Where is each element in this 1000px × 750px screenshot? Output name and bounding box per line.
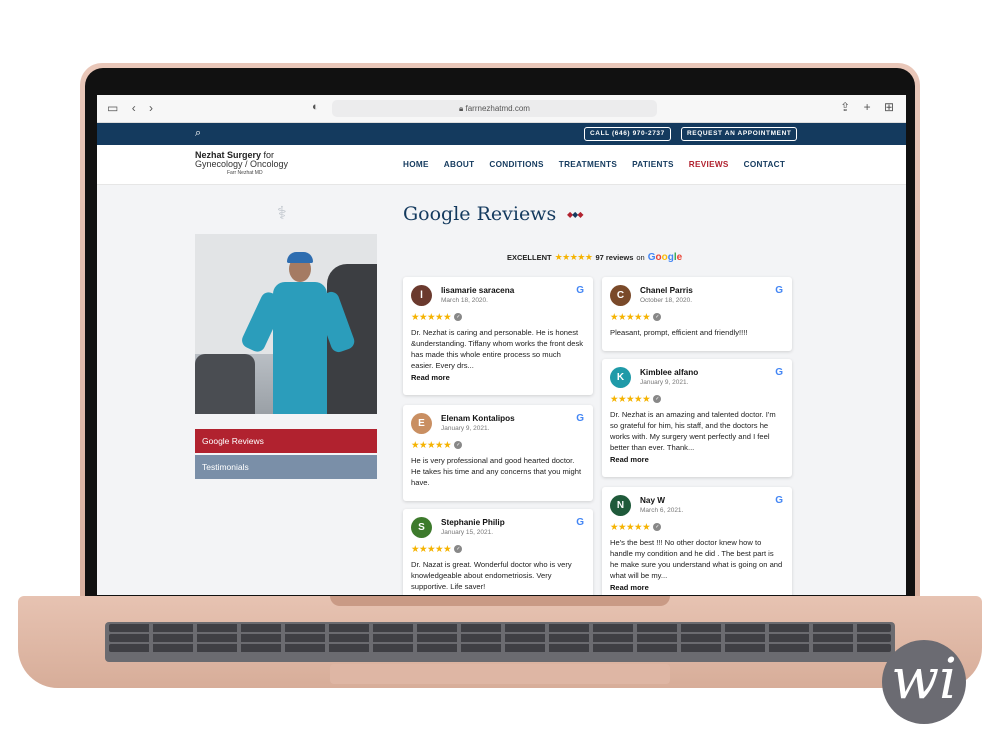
nav-contact[interactable]: CONTACT	[744, 160, 786, 169]
decorative-dots-icon: ◆◆◆	[567, 210, 584, 219]
avatar: E	[411, 413, 432, 434]
back-icon[interactable]: ‹	[132, 101, 136, 115]
google-icon: G	[775, 367, 783, 378]
review-date: October 18, 2020.	[640, 297, 693, 304]
review-stars: ★★★★★	[411, 440, 452, 451]
nav-home[interactable]: HOME	[403, 160, 429, 169]
search-icon[interactable]: ⌕	[195, 127, 201, 140]
nav-about[interactable]: ABOUT	[444, 160, 475, 169]
rating-summary: EXCELLENT ★★★★★ 97 reviews on Google	[507, 252, 682, 263]
avatar: N	[610, 495, 631, 516]
reviewer-name: Kimblee alfano	[640, 368, 699, 377]
nav-conditions[interactable]: CONDITIONS	[489, 160, 543, 169]
utility-bar: ⌕ CALL (646) 970-2737 REQUEST AN APPOINT…	[97, 123, 906, 145]
review-date: January 9, 2021.	[640, 379, 689, 386]
laptop-keyboard	[105, 622, 895, 662]
review-card: E G Elenam Kontalipos January 9, 2021. ★…	[403, 405, 593, 501]
reviewer-name: Elenam Kontalipos	[441, 414, 515, 423]
review-stars: ★★★★★	[411, 312, 452, 323]
google-icon: G	[576, 285, 584, 296]
doctor-photo	[195, 234, 377, 414]
nav-treatments[interactable]: TREATMENTS	[559, 160, 617, 169]
avatar: S	[411, 517, 432, 538]
reviewer-name: Nay W	[640, 496, 666, 505]
google-icon: G	[576, 413, 584, 424]
review-card: l G lisamarie saracena March 18, 2020. ★…	[403, 277, 593, 395]
review-stars: ★★★★★	[610, 312, 651, 323]
browser-toolbar: ▭ ‹ › ◐ 🔒︎ farrnezhatmd.com ⇪ + ⊞	[97, 95, 906, 123]
review-text: Pleasant, prompt, efficient and friendly…	[610, 328, 748, 337]
main-nav: HOME ABOUT CONDITIONS TREATMENTS PATIENT…	[403, 160, 800, 169]
verified-icon: ✓	[653, 395, 662, 404]
verified-icon: ✓	[454, 441, 463, 450]
review-date: March 6, 2021.	[640, 507, 684, 514]
main-header: Nezhat Surgery for Gynecology / Oncology…	[97, 145, 906, 185]
wi-logo-icon: wi	[882, 640, 966, 724]
site-logo[interactable]: Nezhat Surgery for Gynecology / Oncology…	[195, 151, 288, 178]
review-date: January 15, 2021.	[441, 529, 494, 536]
read-more-link[interactable]: Read more	[411, 373, 585, 382]
verified-icon: ✓	[653, 313, 662, 322]
request-appointment-button[interactable]: REQUEST AN APPOINTMENT	[681, 127, 798, 141]
review-count: 97 reviews	[595, 253, 634, 262]
review-text: Dr. Nezhat is caring and personable. He …	[411, 328, 584, 370]
review-card: N G Nay W March 6, 2021. ★★★★★ ✓ He's the…	[602, 487, 792, 595]
reviewer-name: Stephanie Philip	[441, 518, 505, 527]
verified-icon: ✓	[454, 313, 463, 322]
page-title: Google Reviews	[403, 203, 557, 225]
review-text: Dr. Nezhat is an amazing and talented do…	[610, 410, 776, 452]
tab-overview-icon[interactable]: ⊞	[884, 100, 894, 114]
logo-line-2: Gynecology / Oncology	[195, 159, 289, 169]
avatar: C	[610, 285, 631, 306]
read-more-link[interactable]: Read more	[610, 455, 784, 464]
sidebar-toggle-icon[interactable]: ▭	[107, 101, 118, 115]
url-text: farrnezhatmd.com	[465, 104, 530, 113]
review-date: January 9, 2021.	[441, 425, 490, 432]
new-tab-icon[interactable]: +	[864, 100, 871, 114]
verified-icon: ✓	[653, 523, 662, 532]
review-text: Dr. Nazat is great. Wonderful doctor who…	[411, 560, 572, 591]
browser-screen: ▭ ‹ › ◐ 🔒︎ farrnezhatmd.com ⇪ + ⊞ ⌕ CALL…	[97, 95, 906, 595]
share-icon[interactable]: ⇪	[840, 100, 850, 114]
review-card: S G Stephanie Philip January 15, 2021. ★…	[403, 509, 593, 595]
avatar: l	[411, 285, 432, 306]
logo-line-3: Farr Nezhat MD	[227, 170, 263, 176]
google-icon: G	[775, 495, 783, 506]
nav-reviews[interactable]: REVIEWS	[689, 160, 729, 169]
review-stars: ★★★★★	[411, 544, 452, 555]
call-button[interactable]: CALL (646) 970-2737	[584, 127, 671, 141]
forward-icon[interactable]: ›	[149, 101, 153, 115]
rating-stars: ★★★★★	[554, 252, 593, 262]
verified-icon: ✓	[454, 545, 463, 554]
review-card: K G Kimblee alfano January 9, 2021. ★★★★…	[602, 359, 792, 477]
review-text: He is very professional and good hearted…	[411, 456, 582, 487]
avatar: K	[610, 367, 631, 388]
google-logo-icon: Google	[647, 252, 683, 263]
laptop-trackpad	[330, 664, 670, 684]
rating-label: EXCELLENT	[507, 253, 552, 262]
reviewer-name: lisamarie saracena	[441, 286, 515, 295]
caduceus-icon: ⚕	[277, 203, 287, 223]
shield-icon[interactable]: ◐	[312, 101, 319, 113]
read-more-link[interactable]: Read more	[610, 583, 784, 592]
testimonials-button[interactable]: Testimonials	[195, 455, 377, 479]
review-card: C G Chanel Parris October 18, 2020. ★★★★…	[602, 277, 792, 351]
review-text: He's the best !!! No other doctor knew h…	[610, 538, 783, 580]
google-icon: G	[775, 285, 783, 296]
reviewer-name: Chanel Parris	[640, 286, 693, 295]
google-reviews-button[interactable]: Google Reviews	[195, 429, 377, 453]
laptop-hinge	[330, 596, 670, 606]
review-stars: ★★★★★	[610, 522, 651, 533]
address-bar[interactable]: 🔒︎ farrnezhatmd.com	[332, 100, 657, 117]
google-icon: G	[576, 517, 584, 528]
nav-patients[interactable]: PATIENTS	[632, 160, 674, 169]
review-date: March 18, 2020.	[441, 297, 488, 304]
review-stars: ★★★★★	[610, 394, 651, 405]
on-text: on	[636, 253, 645, 262]
